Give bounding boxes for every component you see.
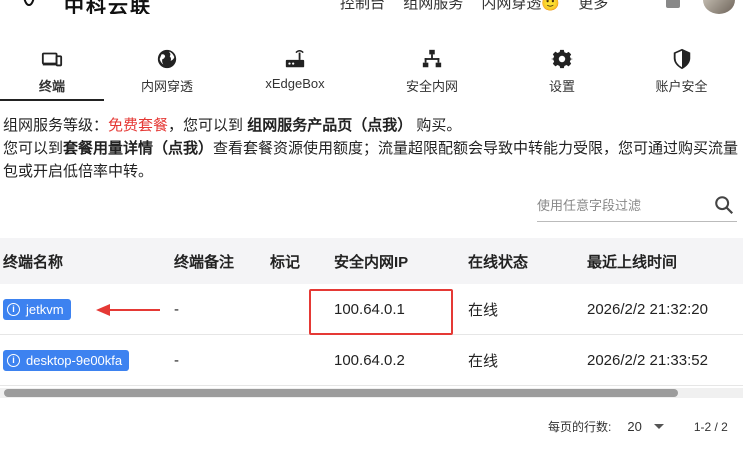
table-header: 终端名称 终端备注 标记 安全内网IP 在线状态 最近上线时间 <box>0 238 743 284</box>
rows-per-page-label: 每页的行数: <box>548 420 612 434</box>
brand-name: 中科云联 <box>64 0 152 14</box>
column-header[interactable]: 标记 <box>270 251 334 272</box>
chevron-down-icon <box>653 424 664 429</box>
nav-more[interactable]: 更多 <box>578 0 608 12</box>
main-tabs: 终端 内网穿透 xEdgeBox 安全内网 设置 账户安全 <box>0 44 743 101</box>
online-status: 在线 <box>468 352 499 370</box>
nav-console[interactable]: 控制台 <box>340 0 385 12</box>
tab-tunnel[interactable]: 内网穿透 <box>104 44 230 100</box>
terminal-remark: - <box>174 300 179 318</box>
rows-per-page-select[interactable]: 20 <box>627 419 664 434</box>
tab-xedgebox[interactable]: xEdgeBox <box>230 44 360 100</box>
gear-icon <box>504 48 620 74</box>
tab-label: 安全内网 <box>405 79 458 94</box>
info-text: ，您可以到 <box>168 117 244 134</box>
tab-terminal[interactable]: 终端 <box>0 44 104 101</box>
filter-box <box>537 192 737 222</box>
terminal-icon <box>0 48 104 74</box>
column-header[interactable]: 在线状态 <box>468 251 587 272</box>
terminal-name-chip[interactable]: i jetkvm <box>3 298 71 320</box>
network-icon <box>360 48 504 74</box>
bell-icon[interactable] <box>666 0 680 8</box>
horizontal-scrollbar[interactable] <box>0 388 743 398</box>
tab-label: 设置 <box>548 79 575 94</box>
shield-icon <box>620 48 743 74</box>
router-icon <box>230 48 360 74</box>
online-status: 在线 <box>468 301 499 319</box>
column-header[interactable]: 终端名称 <box>0 251 174 272</box>
top-header: 中科云联 控制台 组网服务 内网穿透🙂 更多 <box>0 0 743 14</box>
ip-highlight-box <box>309 289 453 335</box>
filter-input[interactable] <box>537 192 697 218</box>
rows-per-page-value: 20 <box>627 419 642 434</box>
terminal-name: jetkvm <box>26 301 64 317</box>
nav-tunnel[interactable]: 内网穿透🙂 <box>481 0 560 12</box>
avatar[interactable] <box>703 0 735 14</box>
scrollbar-thumb[interactable] <box>4 389 678 397</box>
terminal-name-chip[interactable]: i desktop-9e00kfa <box>3 349 130 371</box>
service-info: 组网服务等级：免费套餐，您可以到 组网服务产品页（点我） 购买。 您可以到套餐用… <box>3 114 743 183</box>
nav-network-service[interactable]: 组网服务 <box>403 0 463 12</box>
terminal-remark: - <box>174 351 179 369</box>
tab-settings[interactable]: 设置 <box>504 44 620 100</box>
plan-name: 免费套餐 <box>108 117 169 134</box>
logo-icon <box>23 0 35 6</box>
column-header[interactable]: 安全内网IP <box>334 251 468 272</box>
tab-label: xEdgeBox <box>265 76 325 91</box>
info-text: 购买。 <box>416 117 462 134</box>
column-header[interactable]: 最近上线时间 <box>587 251 743 272</box>
secure-ip: 100.64.0.2 <box>334 351 405 369</box>
search-icon[interactable] <box>713 194 735 216</box>
service-level-label: 组网服务等级： <box>3 117 109 134</box>
info-text: 您可以到 <box>3 140 64 157</box>
table-row[interactable]: i desktop-9e00kfa - 100.64.0.2 在线 2026/2/… <box>0 335 743 386</box>
arrow-left-icon <box>96 304 160 316</box>
pagination: 每页的行数: 20 1-2 / 2 <box>548 418 728 435</box>
terminal-name: desktop-9e00kfa <box>26 352 123 368</box>
globe-icon <box>104 48 230 74</box>
header-nav: 控制台 组网服务 内网穿透🙂 更多 <box>340 0 622 13</box>
info-icon: i <box>7 302 20 316</box>
column-header[interactable]: 终端备注 <box>174 251 270 272</box>
tab-label: 账户安全 <box>655 79 708 94</box>
page-range: 1-2 / 2 <box>693 419 728 434</box>
product-page-link[interactable]: 组网服务产品页（点我） <box>247 117 412 134</box>
tab-secure-network[interactable]: 安全内网 <box>360 44 504 100</box>
tab-label: 内网穿透 <box>140 79 193 94</box>
tab-account-security[interactable]: 账户安全 <box>620 44 743 100</box>
usage-details-link[interactable]: 套餐用量详情（点我） <box>63 140 213 157</box>
tab-label: 终端 <box>38 79 65 94</box>
last-online-time: 2026/2/2 21:33:52 <box>587 351 708 369</box>
info-icon: i <box>7 353 20 367</box>
last-online-time: 2026/2/2 21:32:20 <box>587 300 708 318</box>
